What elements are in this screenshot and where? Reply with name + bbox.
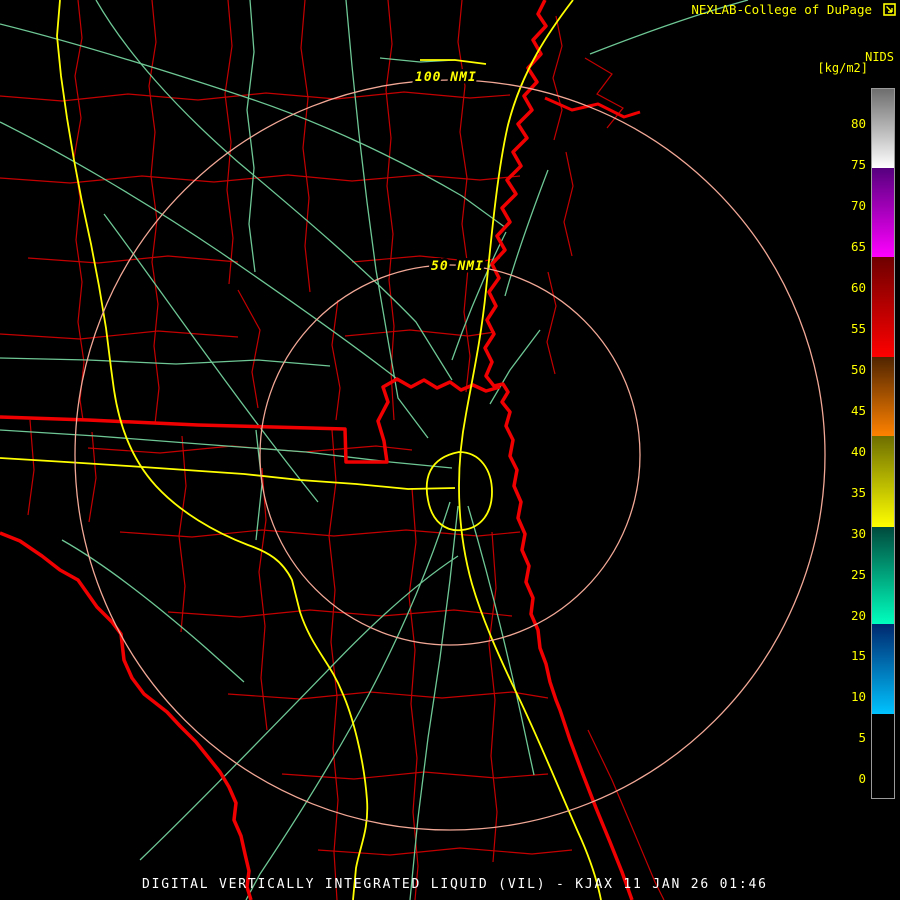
colorbar-tick: 35 xyxy=(850,485,866,500)
header-brand: NEXLAB-College of DuPage xyxy=(691,3,896,16)
colorbar-tick: 80 xyxy=(850,116,866,131)
product-code-label: NIDS xyxy=(865,50,894,64)
radar-map-canvas: 100 NMI 50 NMI xyxy=(0,0,826,900)
colorbar-tick: 75 xyxy=(850,157,866,172)
colorbar-tick: 0 xyxy=(858,771,866,786)
radar-viewer-screen: { "header": { "brand": "NEXLAB-College o… xyxy=(0,0,900,900)
interstate-75 xyxy=(56,0,369,900)
product-caption: DIGITAL VERTICALLY INTEGRATED LIQUID (VI… xyxy=(142,877,768,892)
range-ring-label-100nmi: 100 NMI xyxy=(415,70,477,85)
colorbar-tick: 60 xyxy=(850,280,866,295)
colorbar-tick: 25 xyxy=(850,567,866,582)
brand-text: NEXLAB-College of DuPage xyxy=(691,2,872,17)
colorbar-tick: 5 xyxy=(858,730,866,745)
colorbar-tick: 20 xyxy=(850,608,866,623)
colorbar-tick: 70 xyxy=(850,198,866,213)
colorbar-tick: 10 xyxy=(850,689,866,704)
colorbar-tick: 50 xyxy=(850,362,866,377)
georgia-atlantic-coastline xyxy=(483,0,634,900)
vil-colorbar xyxy=(871,88,895,799)
colorbar-tick: 45 xyxy=(850,403,866,418)
colorbar-tick: 30 xyxy=(850,526,866,541)
units-label: [kg/m2] xyxy=(817,61,868,75)
colorbar-tick: 15 xyxy=(850,648,866,663)
coastline-layer xyxy=(0,0,641,900)
cod-arrow-logo-icon xyxy=(883,3,896,16)
county-boundaries-layer xyxy=(0,0,665,900)
range-ring-label-50nmi: 50 NMI xyxy=(431,259,484,274)
colorbar-tick: 65 xyxy=(850,239,866,254)
colorbar-tick: 40 xyxy=(850,444,866,459)
gulf-coastline xyxy=(0,531,253,900)
colorbar-tick: 55 xyxy=(850,321,866,336)
